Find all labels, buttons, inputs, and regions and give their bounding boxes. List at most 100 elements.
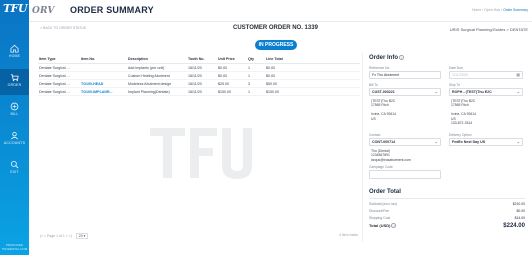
bill-to-label: Bill To [369, 83, 378, 87]
shipping-label: Shipping Cost [369, 216, 391, 220]
total-value: $224.00 [503, 223, 525, 229]
divider [369, 198, 525, 199]
sidebar: TFU HOME ORDER BILL ACCOUNTS EXIT PRODUC… [0, 0, 29, 255]
company-name: URIS Surgical Planning/Guides > DENTATE [449, 27, 528, 32]
sidebar-footer: PRODUCED TRUDENTAL.COM [1, 243, 28, 251]
description-cell: Add Implants (per unit) [128, 66, 165, 70]
breadcrumb-current: Order Summary [503, 8, 528, 12]
sidebar-footer-line2: TRUDENTAL.COM [1, 247, 28, 251]
tooth-no-cell: 18/11/20 [188, 66, 202, 70]
delivery-option-value: FedEx Next Day US [452, 140, 486, 144]
item-no-link[interactable]: TG100-IMPLANR... [80, 88, 127, 95]
bill-to-select[interactable]: CUST-003221 ⌄ [369, 88, 441, 96]
date-due-value: 1/11/2020 [452, 73, 468, 77]
item-type-cell: Dentate Surgical ... [39, 82, 70, 86]
pagination-controls[interactable]: |< < Page 1 of 1 > >| 20 ▾ [40, 233, 89, 239]
exit-icon [10, 160, 19, 169]
ship-to-value: ROPH - (TEST)Thu E2C [452, 90, 492, 94]
sidebar-item-label: EXIT [10, 170, 19, 174]
subtotal-label: Subtotal (excl. tax) [369, 202, 398, 206]
ship-to-address: (TEST)Thu B2C 17565 Fitch Irvine, CA 926… [451, 99, 477, 126]
reference-input[interactable]: Fx Thu Abutment [369, 71, 441, 79]
sidebar-item-accounts[interactable]: ACCOUNTS [0, 127, 29, 153]
delivery-option-label: Delivery Option [449, 133, 472, 137]
page-size-select[interactable]: 20 ▾ [75, 233, 89, 239]
status-badge: IN PROGRESS [255, 40, 297, 50]
date-due-input[interactable]: 1/11/2020 ▦ [449, 71, 523, 79]
unit-price-cell: $150.00 [218, 90, 231, 94]
page-size-value: 20 [78, 234, 83, 238]
item-type-cell: Dentate Surgical ... [39, 90, 70, 94]
shipping-row: Shipping Cost $14.00 [367, 216, 527, 220]
item-no-link[interactable]: TG100-HEAD [80, 80, 127, 87]
items-table: Item Type Item No. Description Tooth No.… [38, 55, 360, 96]
chevron-down-icon: ⌄ [516, 139, 520, 144]
table-row[interactable]: Dentate Surgical ... TG100-HEAD Modeless… [38, 80, 360, 88]
chevron-down-icon: ⌄ [434, 89, 438, 94]
discount-value: $0.00 [516, 209, 526, 213]
back-to-order-status-link[interactable]: < BACK TO ORDER STATUS [40, 26, 86, 30]
tooth-no-cell: 18/11/20 [188, 74, 202, 78]
ship-to-select[interactable]: ROPH - (TEST)Thu E2C ⌄ [449, 88, 523, 96]
column-header[interactable]: Qty [247, 55, 265, 63]
info-icon[interactable]: i [391, 223, 397, 229]
column-header[interactable]: Line Total [265, 55, 295, 63]
delivery-option-select[interactable]: FedEx Next Day US ⌄ [449, 138, 523, 146]
unit-price-cell: $0.00 [218, 74, 227, 78]
unit-price-cell: $25.00 [218, 82, 229, 86]
contact-value: CONT-000714 [372, 140, 396, 144]
item-no-cell [80, 72, 127, 79]
description-cell: Implant Planning(Dentate) [128, 90, 170, 94]
qty-cell: 1 [248, 66, 250, 70]
bill-icon [10, 102, 19, 111]
campaign-code-label: Campaign Code [369, 165, 393, 169]
line-total-cell: $0.00 [266, 74, 275, 78]
discount-row: Discount/Fee $0.00 [367, 209, 527, 213]
unit-price-cell: $0.00 [218, 66, 227, 70]
total-row: Total (USD) i $224.00 [367, 223, 527, 229]
sidebar-item-bill[interactable]: BILL [0, 98, 29, 124]
campaign-code-input[interactable] [369, 170, 441, 179]
top-bar: ORV ORDER SUMMARY Home / Open Hub / Orde… [29, 0, 532, 22]
bill-to-value: CUST-003221 [372, 90, 395, 94]
ship-to-label: Ship To [449, 83, 460, 87]
item-no-cell [80, 64, 127, 71]
date-due-label: Date Due [449, 66, 463, 70]
qty-cell: 1 [248, 90, 250, 94]
page-title: ORDER SUMMARY [70, 5, 154, 15]
calendar-icon[interactable]: ▦ [516, 72, 520, 78]
pagination-nav[interactable]: |< < Page 1 of 1 > >| [40, 234, 72, 238]
sidebar-item-exit[interactable]: EXIT [0, 156, 29, 182]
brand-logo: ORV [32, 6, 55, 16]
discount-label: Discount/Fee [369, 209, 389, 213]
order-info-title-text: Order Info [369, 55, 399, 62]
sidebar-item-order[interactable]: ORDER [0, 69, 29, 95]
table-row[interactable]: Dentate Surgical ... Custom Healing Abut… [38, 72, 360, 80]
accounts-icon [11, 131, 18, 140]
app-logo: TFU [3, 2, 28, 15]
customer-order-title: CUSTOMER ORDER NO. 1339 [233, 25, 318, 31]
contact-select[interactable]: CONT-000714 ⌄ [369, 138, 441, 146]
table-header: Item Type Item No. Description Tooth No.… [38, 55, 360, 64]
chevron-down-icon: ⌄ [516, 89, 520, 94]
sidebar-item-label: BILL [10, 112, 19, 116]
subtotal-value: $210.00 [512, 202, 525, 206]
contact-label: Contact [369, 133, 381, 137]
reference-label: Reference No [369, 66, 390, 70]
column-header[interactable]: Item Type [38, 55, 80, 63]
column-header[interactable]: Item No. [80, 55, 127, 63]
column-header[interactable]: Unit Price [217, 55, 247, 63]
breadcrumb-path[interactable]: Home / Open Hub / [472, 8, 503, 12]
line-total-cell: $0.00 [266, 66, 275, 70]
table-row[interactable]: Dentate Surgical ... Add Implants (per u… [38, 64, 360, 72]
line-total-cell: $150.00 [266, 90, 279, 94]
breadcrumb: Home / Open Hub / Order Summary [472, 8, 528, 12]
sidebar-item-home[interactable]: HOME [0, 40, 29, 66]
qty-cell: 1 [248, 74, 250, 78]
column-header[interactable]: Description [127, 55, 187, 63]
info-icon[interactable]: i [399, 55, 405, 60]
table-row[interactable]: Dentate Surgical ... TG100-IMPLANR... Im… [38, 88, 360, 96]
line-total-cell: $50.00 [266, 82, 277, 86]
column-header[interactable]: Tooth No. [187, 55, 217, 63]
pagination: |< < Page 1 of 1 > >| 20 ▾ 4 item totals [38, 232, 360, 240]
